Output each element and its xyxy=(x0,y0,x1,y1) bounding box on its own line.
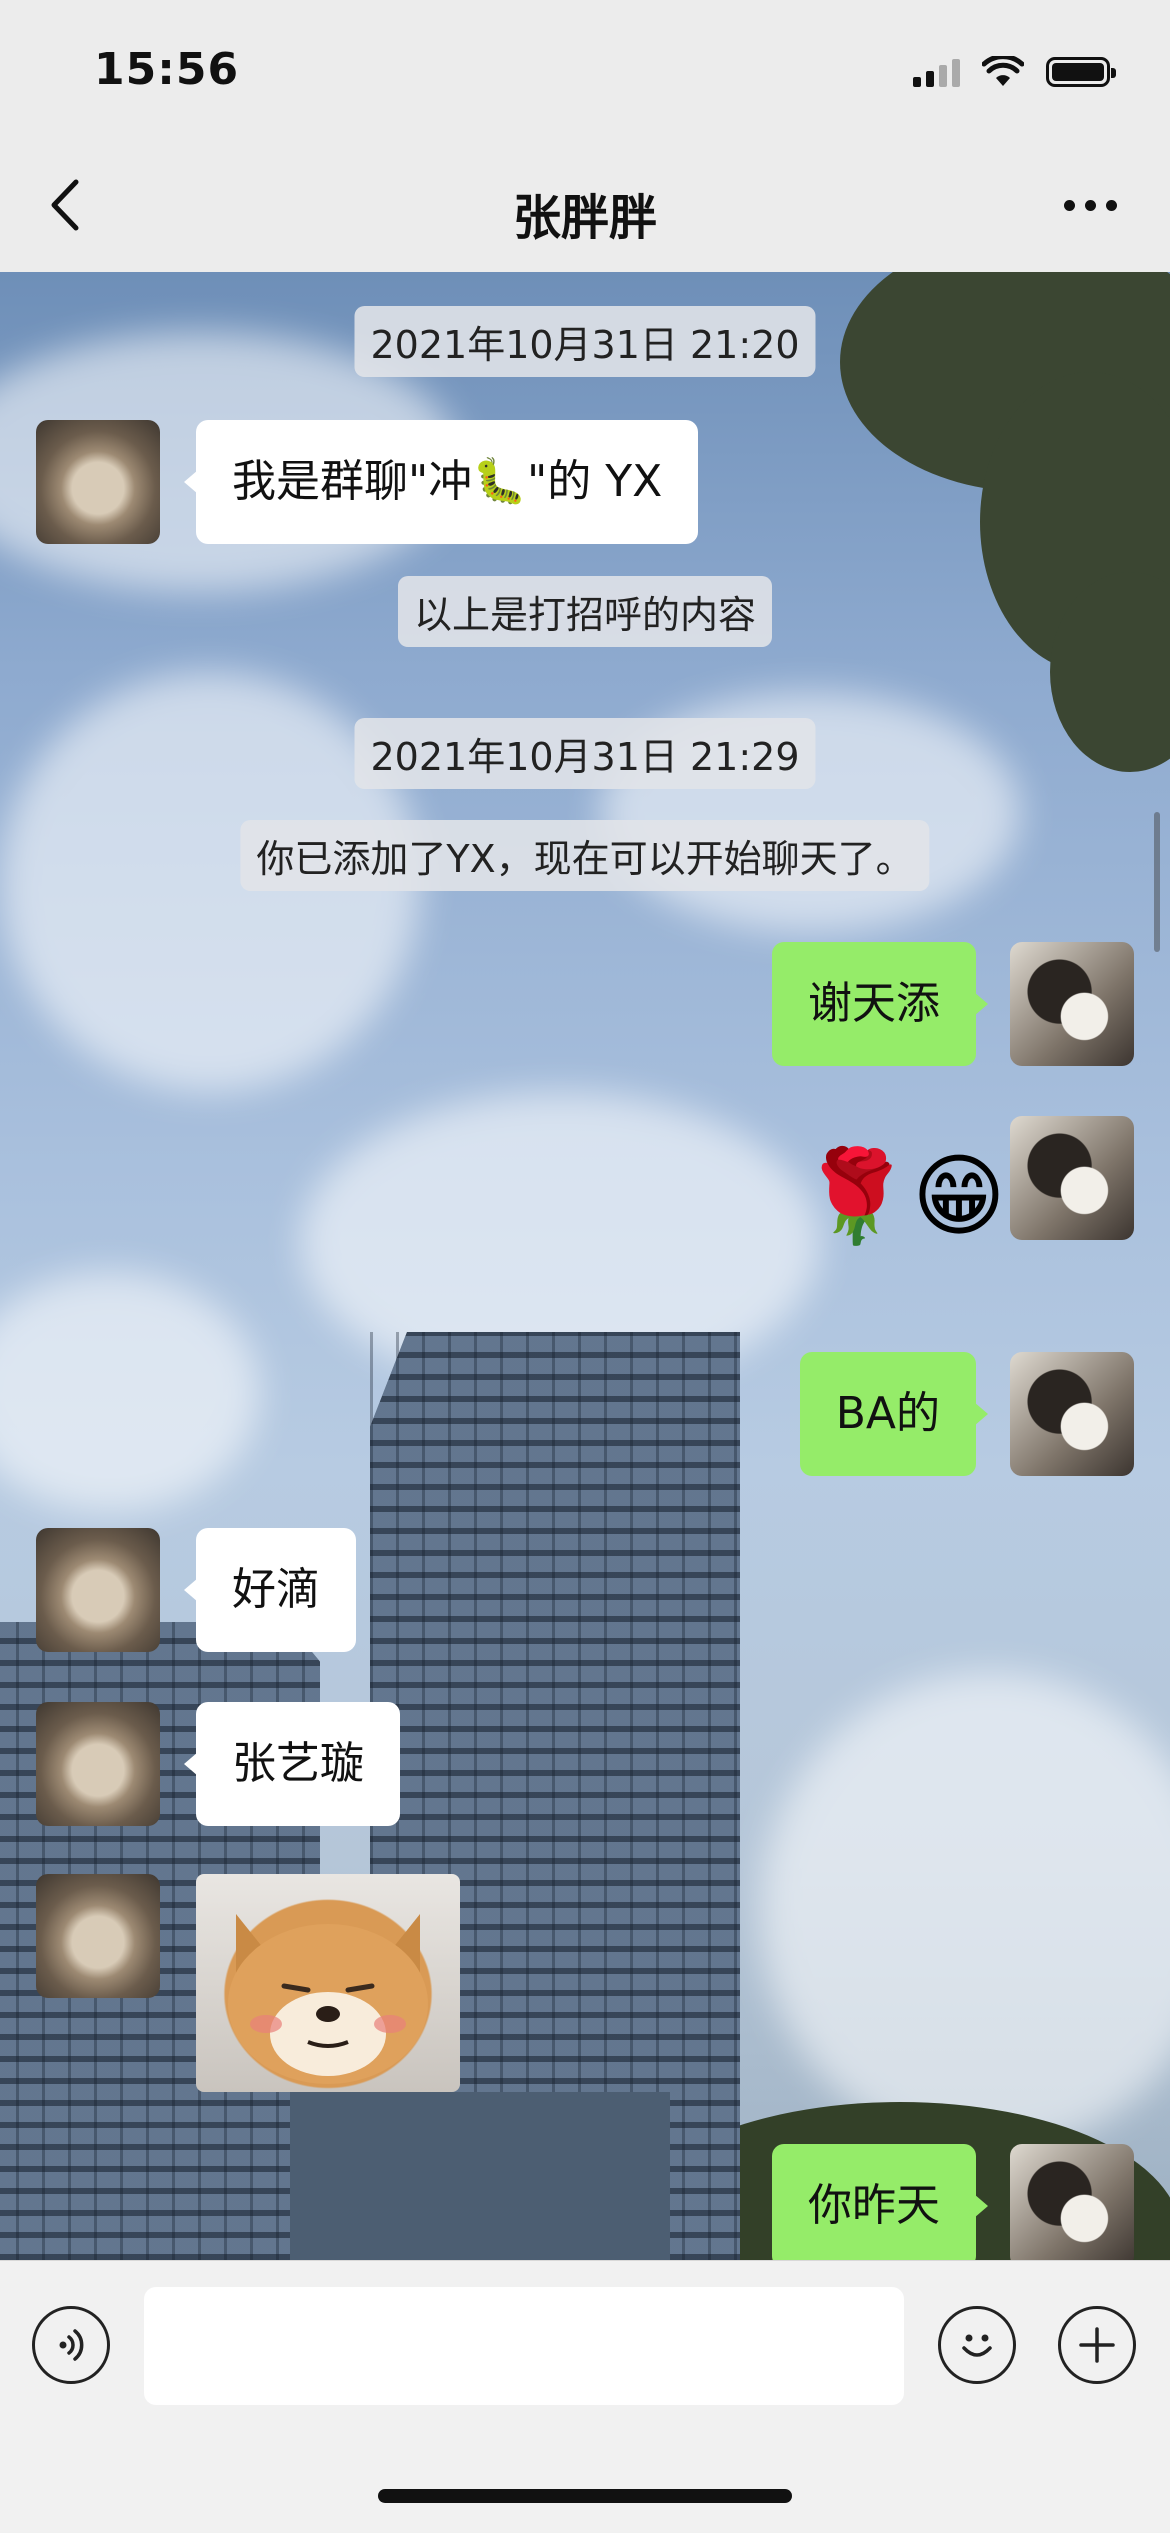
message-outgoing[interactable]: BA的 xyxy=(799,1352,989,1476)
message-outgoing[interactable]: 你昨天 xyxy=(772,2144,988,2260)
shiba-face-icon xyxy=(228,1914,428,2084)
my-avatar[interactable] xyxy=(1010,2144,1134,2260)
my-avatar[interactable] xyxy=(1010,1352,1134,1476)
emoji-icon[interactable] xyxy=(938,2306,1016,2384)
my-avatar[interactable] xyxy=(1010,942,1134,1066)
chat-title: 张胖胖 xyxy=(512,190,657,246)
contact-avatar[interactable] xyxy=(36,420,160,544)
header: 15:56 张胖胖 xyxy=(0,0,1170,272)
system-notice: 你已添加了YX，现在可以开始聊天了。 xyxy=(240,820,930,891)
timestamp: 2021年10月31日 21:20 xyxy=(354,306,816,377)
contact-avatar[interactable] xyxy=(36,1874,160,1998)
voice-icon[interactable] xyxy=(32,2306,110,2384)
timestamp: 2021年10月31日 21:29 xyxy=(354,718,816,789)
message-outgoing[interactable]: 谢天添 xyxy=(772,942,988,1066)
wifi-icon xyxy=(982,56,1024,86)
input-bar xyxy=(0,2260,1170,2533)
message-incoming[interactable]: 好滴 xyxy=(184,1528,356,1652)
system-notice: 以上是打招呼的内容 xyxy=(397,576,773,647)
contact-avatar[interactable] xyxy=(36,1528,160,1652)
scroll-indicator[interactable] xyxy=(1154,812,1160,952)
more-icon[interactable] xyxy=(1050,180,1130,230)
status-time: 15:56 xyxy=(94,44,240,95)
chat-area[interactable]: 2021年10月31日 21:20 我是群聊"冲🐛"的 YX 以上是打招呼的内容… xyxy=(0,272,1170,2260)
rose-grin-sticker[interactable]: 🌹😁 xyxy=(800,1152,1006,1242)
message-incoming[interactable]: 张艺璇 xyxy=(184,1702,400,1826)
shiba-sticker-image[interactable] xyxy=(196,1874,460,2092)
signal-icon xyxy=(913,57,960,87)
message-incoming[interactable]: 我是群聊"冲🐛"的 YX xyxy=(183,420,699,544)
contact-avatar[interactable] xyxy=(36,1702,160,1826)
status-icons xyxy=(913,54,1116,90)
message-input[interactable] xyxy=(144,2287,904,2405)
my-avatar[interactable] xyxy=(1010,1116,1134,1240)
home-indicator[interactable] xyxy=(378,2489,792,2503)
add-icon[interactable] xyxy=(1058,2306,1136,2384)
battery-icon xyxy=(1046,57,1116,87)
